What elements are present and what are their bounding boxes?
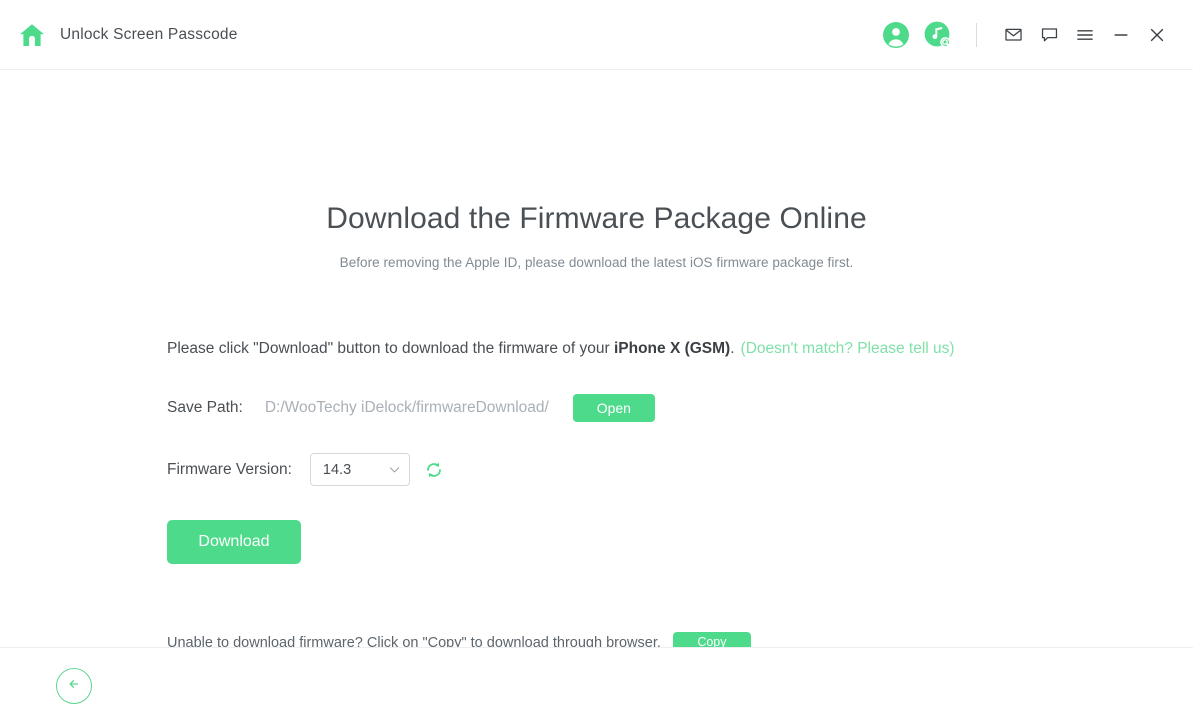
close-icon[interactable] [1139, 20, 1175, 50]
title-bar: Unlock Screen Passcode [0, 0, 1193, 70]
app-window: Unlock Screen Passcode Download the Firm… [0, 0, 1193, 724]
title-bar-left: Unlock Screen Passcode [18, 21, 238, 49]
open-button[interactable]: Open [572, 394, 655, 422]
instruction-suffix: . [730, 340, 735, 357]
instruction-line: Please click "Download" button to downlo… [167, 338, 1067, 360]
save-path-row: Save Path: D:/WooTechy iDelock/firmwareD… [167, 394, 1067, 422]
instruction-prefix: Please click "Download" button to downlo… [167, 340, 614, 357]
hamburger-menu-icon[interactable] [1067, 20, 1103, 50]
save-path-value[interactable]: D:/WooTechy iDelock/firmwareDownload/ [265, 399, 549, 417]
page-title: Download the Firmware Package Online [326, 202, 867, 235]
firmware-version-row: Firmware Version: 14.3 [167, 453, 1067, 486]
chevron-down-icon [388, 463, 401, 476]
firmware-version-value: 14.3 [322, 461, 352, 478]
main-content: Download the Firmware Package Online Bef… [0, 70, 1193, 686]
page-subtitle: Before removing the Apple ID, please dow… [339, 255, 854, 270]
firmware-version-label: Firmware Version: [167, 460, 292, 478]
account-circle-icon[interactable] [882, 21, 910, 49]
firmware-version-select[interactable]: 14.3 [309, 453, 410, 486]
firmware-form: Please click "Download" button to downlo… [167, 338, 1067, 564]
back-button[interactable] [56, 668, 92, 704]
mail-icon[interactable] [995, 20, 1031, 50]
chat-bubble-icon[interactable] [1031, 20, 1067, 50]
download-button[interactable]: Download [167, 520, 301, 564]
arrow-left-icon [65, 675, 83, 698]
save-path-label: Save Path: [167, 399, 243, 416]
device-model: iPhone X (GSM) [613, 340, 731, 357]
home-icon[interactable] [18, 21, 46, 49]
title-bar-right [882, 20, 1175, 50]
minimize-icon[interactable] [1103, 20, 1139, 50]
refresh-icon[interactable] [424, 460, 444, 480]
app-title: Unlock Screen Passcode [60, 25, 238, 43]
titlebar-divider [976, 22, 977, 47]
doesnt-match-link[interactable]: (Doesn't match? Please tell us) [741, 340, 955, 357]
music-search-icon[interactable] [924, 21, 952, 49]
footer-bar [0, 647, 1193, 724]
